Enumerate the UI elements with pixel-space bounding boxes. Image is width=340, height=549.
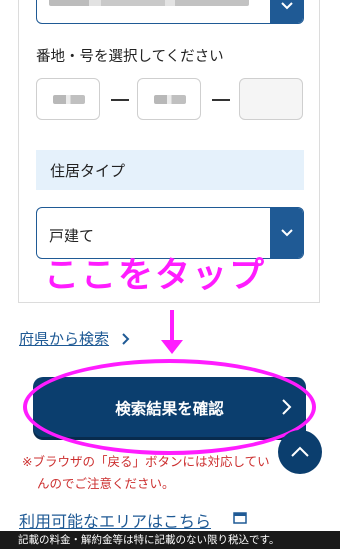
residence-select-caret: [270, 208, 303, 258]
residence-type-value: 戸建て: [49, 227, 95, 245]
go-select[interactable]: [137, 78, 201, 120]
residence-type-header: 住居タイプ: [36, 150, 304, 190]
chevron-down-icon: [280, 229, 293, 237]
separator-dash-2: [212, 99, 230, 101]
residence-type-title: 住居タイプ: [50, 162, 126, 180]
chevron-right-icon: [122, 333, 130, 345]
back-button-notice-line1: ※ブラウザの「戻る」ボタンには対応してい: [22, 454, 270, 469]
external-window-icon: [233, 512, 247, 524]
back-button-notice-line2: んのでご注意ください。: [37, 476, 175, 491]
tap-here-annotation: ここをタップ: [44, 256, 267, 296]
available-area-link[interactable]: 利用可能なエリアはこちら: [19, 508, 211, 532]
banchi-select[interactable]: [36, 78, 100, 120]
blurred-banchi-value: [53, 95, 85, 104]
separator-dash: [111, 99, 129, 101]
scroll-top-button[interactable]: [278, 430, 322, 474]
extra-number-select[interactable]: [239, 78, 303, 120]
prefecture-search-link[interactable]: 府県から検索: [19, 328, 109, 349]
blurred-selected-value: [49, 0, 249, 6]
chevron-up-icon: [291, 446, 309, 457]
chevron-down-icon: [280, 2, 293, 10]
tax-footer: 記載の料金・解約金等は特に記載のない限り税込です。: [0, 531, 340, 549]
town-select[interactable]: [36, 0, 304, 24]
prefecture-search-label: 府県から検索: [19, 330, 110, 348]
annotation-arrow-down-icon: [161, 340, 183, 354]
town-select-caret: [270, 0, 303, 23]
available-area-label: 利用可能なエリアはこちら: [19, 512, 212, 531]
tap-highlight-ellipse: [23, 359, 316, 455]
blurred-go-value: [154, 95, 186, 104]
banchi-label: 番地・号を選択してください: [36, 49, 224, 65]
